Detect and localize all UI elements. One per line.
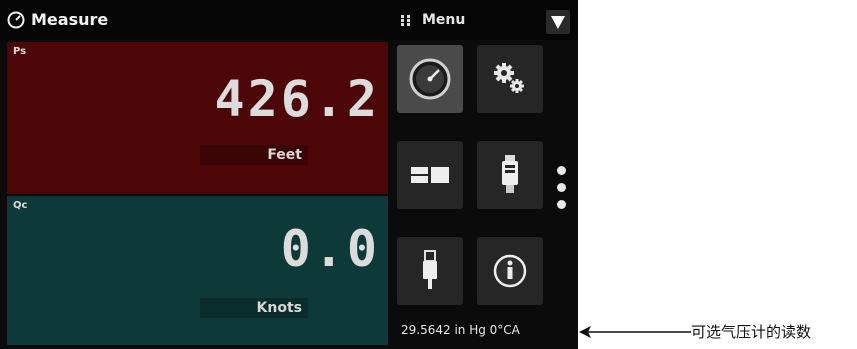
- ps-channel-panel[interactable]: Ps 426.2 Feet: [7, 42, 388, 194]
- display-icon: [411, 167, 449, 183]
- title-bar: Measure Menu: [0, 0, 578, 40]
- channel-label: Ps: [13, 46, 27, 57]
- device-screen: Measure Menu Ps 426.2 Feet Qc 0.0 Knots: [0, 0, 578, 349]
- grid-dots-icon: [401, 15, 410, 26]
- page-title: Measure: [31, 10, 109, 29]
- menu-label[interactable]: Menu: [422, 12, 465, 28]
- page-indicator-dot: [557, 166, 566, 175]
- gears-icon: [494, 63, 524, 93]
- sensor-module-icon: [502, 155, 518, 193]
- dropdown-button[interactable]: [546, 10, 570, 34]
- channel-label: Qc: [13, 200, 28, 211]
- usb-icon: [423, 250, 437, 289]
- info-menu-button[interactable]: [477, 237, 543, 305]
- annotation-label: 可选气压计的读数: [691, 323, 812, 341]
- page-indicator-dot: [557, 200, 566, 209]
- channel-value: 0.0: [280, 220, 380, 278]
- measure-menu-button[interactable]: [397, 45, 463, 113]
- page-indicator-dot: [557, 183, 566, 192]
- barometer-readout: 29.5642 in Hg 0°CA: [401, 323, 520, 337]
- gauge-icon: [7, 11, 25, 29]
- unit-label[interactable]: Feet: [200, 145, 308, 165]
- usb-menu-button[interactable]: [397, 237, 463, 305]
- info-icon: [493, 254, 527, 288]
- chevron-down-icon: [551, 16, 565, 29]
- arrow-left-icon: [579, 326, 691, 338]
- unit-label[interactable]: Knots: [200, 298, 308, 318]
- channel-value: 426.2: [214, 70, 380, 128]
- qc-channel-panel[interactable]: Qc 0.0 Knots: [7, 196, 388, 345]
- sensor-module-menu-button[interactable]: [477, 141, 543, 209]
- settings-menu-button[interactable]: [477, 45, 543, 113]
- display-menu-button[interactable]: [397, 141, 463, 209]
- gauge-icon: [409, 58, 451, 100]
